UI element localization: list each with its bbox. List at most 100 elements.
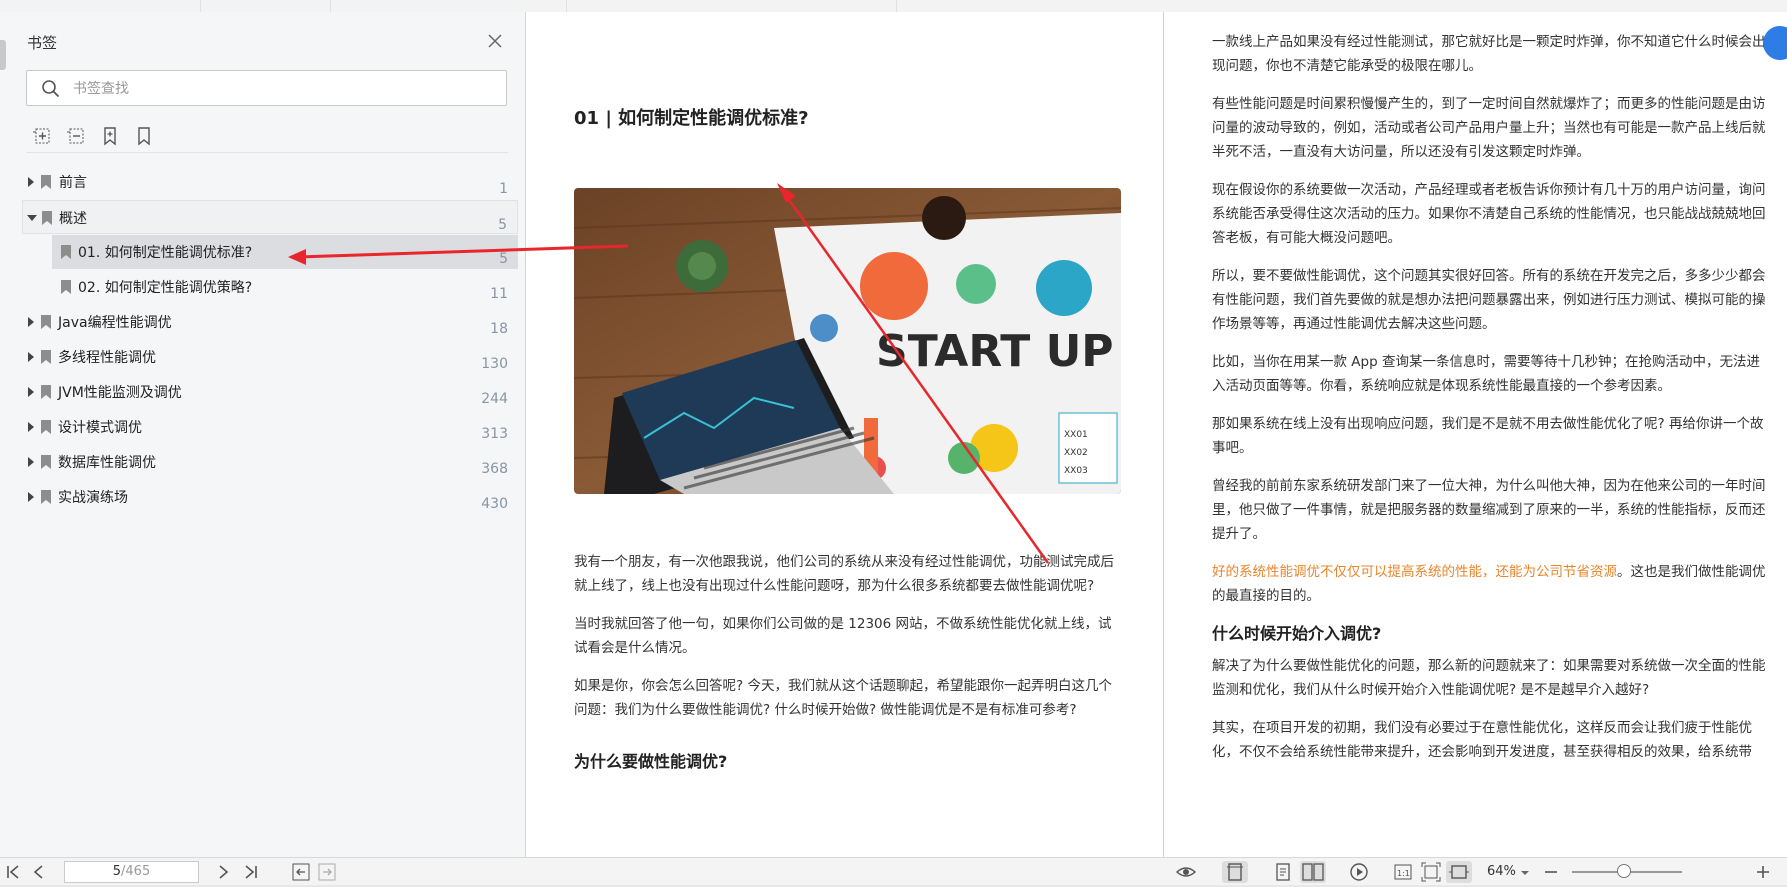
bookmark-item[interactable]: Java编程性能调优 18 xyxy=(22,305,518,339)
bookmark-icon xyxy=(61,280,71,294)
bookmark-item[interactable]: JVM性能监测及调优 244 xyxy=(22,375,518,409)
panel-title: 书签 xyxy=(27,34,58,52)
expand-arrow-icon[interactable] xyxy=(28,352,34,362)
paragraph: 一款线上产品如果没有经过性能测试，那它就好比是一颗定时炸弹，你不知道它什么时候会… xyxy=(1212,34,1766,74)
single-page-view-icon[interactable] xyxy=(1222,861,1248,883)
panel-collapse-handle[interactable] xyxy=(0,40,6,70)
bookmark-icon xyxy=(41,175,51,189)
fit-width-icon[interactable] xyxy=(1446,861,1472,883)
paragraph: 比如，当你在用某一款 App 查询某一条信息时，需要等待十几秒钟；在抢购活动中，… xyxy=(1212,354,1760,394)
checklist-item: XX02 xyxy=(1064,448,1088,458)
previous-page-icon[interactable] xyxy=(28,861,50,883)
two-page-view-icon[interactable] xyxy=(1300,861,1326,883)
bookmark-icon xyxy=(41,490,51,504)
add-bookmark-icon[interactable] xyxy=(30,124,54,148)
bookmark-icon xyxy=(61,245,71,259)
paragraph: 有些性能问题是时间累积慢慢产生的，到了一定时间自然就爆炸了；而更多的性能问题是由… xyxy=(1212,96,1766,160)
zoom-slider-handle[interactable] xyxy=(1617,864,1631,878)
total-pages: /465 xyxy=(121,864,151,879)
bookmark-label: 多线程性能调优 xyxy=(58,350,156,366)
bookmark-item[interactable]: 前言 1 xyxy=(22,165,518,199)
bookmark-item[interactable]: 设计模式调优 313 xyxy=(22,410,518,444)
next-page-icon[interactable] xyxy=(212,861,234,883)
bookmark-page: 430 xyxy=(481,496,508,512)
bookmark-label: 设计模式调优 xyxy=(58,420,142,436)
bookmark-label: 前言 xyxy=(59,175,87,191)
forward-icon[interactable] xyxy=(316,861,338,883)
bookmark-item[interactable]: 多线程性能调优 130 xyxy=(22,340,518,374)
startup-text: START UP xyxy=(876,326,1114,377)
bookmark-page: 5 xyxy=(499,251,508,267)
document-view[interactable]: 01 | 如何制定性能调优标准? XX01 XX02 XX03 START UP… xyxy=(526,12,1787,857)
remove-bookmark-icon[interactable] xyxy=(64,124,88,148)
fit-page-icon[interactable] xyxy=(1420,861,1442,883)
bookmark-search-input[interactable] xyxy=(71,77,495,101)
bookmark-item[interactable]: 数据库性能调优 368 xyxy=(22,445,518,479)
bookmark-item[interactable]: 02. 如何制定性能调优策略? 11 xyxy=(52,270,518,304)
current-page: 5 xyxy=(112,864,122,879)
bookmark-item-selected[interactable]: 01. 如何制定性能调优标准? 5 xyxy=(52,235,518,269)
bookmark-panel: 书签 前言 1 概述 5 xyxy=(0,12,526,857)
bookmark-label: JVM性能监测及调优 xyxy=(58,385,182,401)
expand-arrow-icon[interactable] xyxy=(28,387,34,397)
zoom-out-icon[interactable] xyxy=(1540,861,1562,883)
collapse-arrow-icon[interactable] xyxy=(27,215,37,221)
status-bar: 5/465 1:1 64% xyxy=(0,857,1787,885)
bookmark-page: 313 xyxy=(481,426,508,442)
paragraph: 曾经我的前前东家系统研发部门来了一位大神，为什么叫他大神，因为在他来公司的一年时… xyxy=(1212,478,1766,542)
paragraph: 现在假设你的系统要做一次活动，产品经理或者老板告诉你预计有几十万的用户访问量，询… xyxy=(1212,182,1766,246)
zoom-level[interactable]: 64% xyxy=(1487,864,1516,879)
back-icon[interactable] xyxy=(290,861,312,883)
expand-arrow-icon[interactable] xyxy=(28,457,34,467)
section-heading: 为什么要做性能调优? xyxy=(574,752,728,771)
bookmark-label: 实战演练场 xyxy=(58,490,128,506)
bookmark-icon xyxy=(41,420,51,434)
paragraph: 好的系统性能调优不仅仅可以提高系统的性能，还能为公司节省资源。这也是我们做性能调… xyxy=(1212,560,1767,608)
bookmark-label: 概述 xyxy=(59,211,87,227)
insert-bookmark-icon[interactable] xyxy=(98,124,122,148)
page-number-field[interactable]: 5/465 xyxy=(64,861,199,883)
first-page-icon[interactable] xyxy=(2,861,24,883)
toolbar-divider xyxy=(26,152,508,153)
actual-size-icon[interactable]: 1:1 xyxy=(1392,861,1414,883)
continuous-view-icon[interactable] xyxy=(1272,861,1294,883)
expand-arrow-icon[interactable] xyxy=(28,177,34,187)
expand-arrow-icon[interactable] xyxy=(28,492,34,502)
expand-arrow-icon[interactable] xyxy=(28,422,34,432)
paragraph: 解决了为什么要做性能优化的问题，那么新的问题就来了：如果需要对系统做一次全面的性… xyxy=(1212,658,1766,698)
checklist-item: XX03 xyxy=(1064,466,1088,476)
highlighted-text: 好的系统性能调优不仅仅可以提高系统的性能，还能为公司节省资源 xyxy=(1212,564,1617,580)
bookmark-icon xyxy=(42,211,52,225)
svg-text:1:1: 1:1 xyxy=(1397,869,1410,878)
search-icon xyxy=(42,80,60,98)
paragraph: 那如果系统在线上没有出现响应问题，我们是不是就不用去做性能优化了呢? 再给你讲一… xyxy=(1212,416,1764,456)
paragraph: 我有一个朋友，有一次他跟我说，他们公司的系统从来没有经过性能调优，功能测试完成后… xyxy=(574,554,1114,594)
bookmark-page: 1 xyxy=(499,181,508,197)
bookmark-label: Java编程性能调优 xyxy=(58,315,172,331)
bookmark-icon xyxy=(41,315,51,329)
bookmark-item[interactable]: 实战演练场 430 xyxy=(22,480,518,514)
bookmark-item[interactable]: 概述 5 xyxy=(22,200,518,234)
bookmark-page: 244 xyxy=(481,391,508,407)
last-page-icon[interactable] xyxy=(240,861,262,883)
expand-arrow-icon[interactable] xyxy=(28,317,34,327)
play-icon[interactable] xyxy=(1348,861,1370,883)
zoom-in-icon[interactable] xyxy=(1752,861,1774,883)
paragraph: 当时我就回答了他一句，如果你们公司做的是 12306 网站，不做系统性能优化就上… xyxy=(574,616,1112,656)
zoom-dropdown-icon[interactable] xyxy=(1518,861,1532,883)
eye-protection-icon[interactable] xyxy=(1175,861,1197,883)
bookmark-icon xyxy=(41,385,51,399)
chapter-title: 01 | 如何制定性能调优标准? xyxy=(574,108,809,129)
startup-illustration: XX01 XX02 XX03 START UP xyxy=(574,188,1121,494)
bookmark-icon[interactable] xyxy=(132,124,156,148)
checklist-item: XX01 xyxy=(1064,430,1088,440)
close-icon[interactable] xyxy=(484,30,506,52)
bookmark-page: 18 xyxy=(490,321,508,337)
page-divider xyxy=(1163,12,1164,857)
bookmark-page: 5 xyxy=(498,217,507,233)
bookmark-search-field[interactable] xyxy=(26,70,507,106)
bookmark-page: 368 xyxy=(481,461,508,477)
bookmark-page: 130 xyxy=(481,356,508,372)
bookmark-icon xyxy=(41,350,51,364)
bookmark-icon xyxy=(41,455,51,469)
